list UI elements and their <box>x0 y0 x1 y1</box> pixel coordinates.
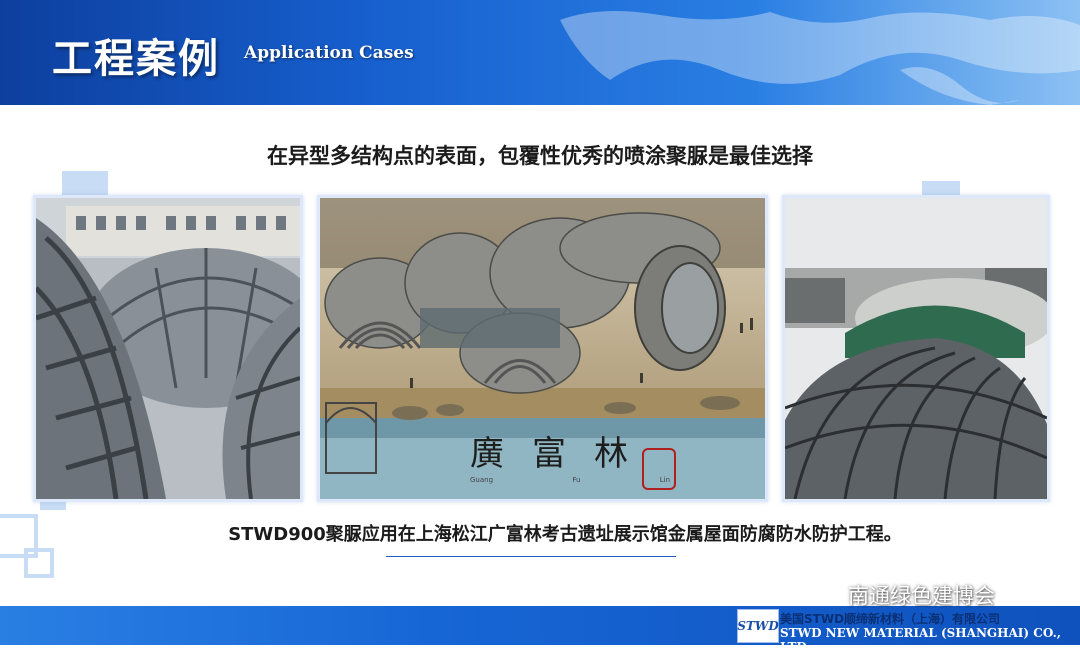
company-name-en: STWD NEW MATERIAL (SHANGHAI) CO., LTD. <box>780 626 1061 654</box>
page-subtitle: Application Cases <box>244 43 414 63</box>
sign-sub-2: Fu <box>572 476 581 484</box>
sign-sub-3: Lin <box>659 476 670 484</box>
photo-left <box>33 195 303 502</box>
decor-square-outline <box>24 548 54 578</box>
caption: STWD900聚脲应用在上海松江广富林考古遗址展示馆金属屋面防腐防水防护工程。 <box>228 524 902 545</box>
photo-right <box>782 195 1050 502</box>
watermark-text: 南通绿色建博会 <box>848 584 995 608</box>
photo-center: 廣富林 Guang Fu Lin <box>317 195 768 502</box>
wechat-icon <box>807 583 840 605</box>
sign-subtitle: Guang Fu Lin <box>470 476 670 484</box>
watermark: 南通绿色建博会 <box>806 580 995 610</box>
page-title: 工程案例 <box>52 36 220 82</box>
headline: 在异型多结构点的表面，包覆性优秀的喷涂聚脲是最佳选择 <box>267 144 813 168</box>
company-logo: STWD <box>737 609 779 643</box>
logo-text: STWD <box>737 619 779 633</box>
decor-square <box>62 171 108 197</box>
header-banner: 工程案例 Application Cases <box>0 0 1080 105</box>
sign-sub-1: Guang <box>470 476 494 484</box>
sign-calligraphy: 廣富林 <box>470 434 656 474</box>
company-name-zh: 美国STWD顺缔新材料（上海）有限公司 <box>780 612 1001 626</box>
world-map-graphic <box>560 11 1080 105</box>
caption-underline <box>386 556 676 557</box>
